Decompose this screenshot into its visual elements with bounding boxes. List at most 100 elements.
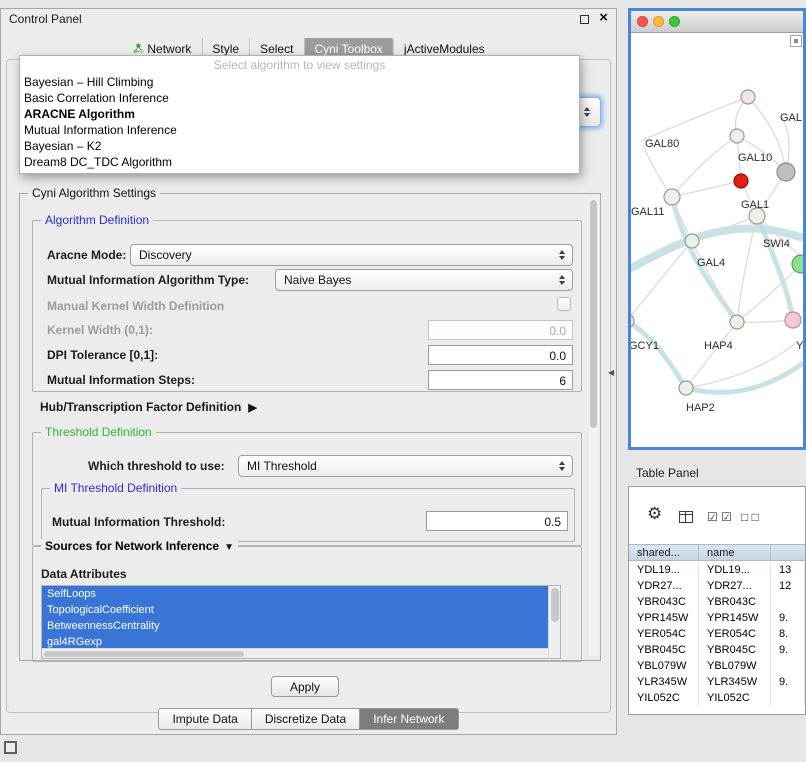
column-header[interactable]: [771, 545, 805, 560]
table-row[interactable]: YBR043CYBR043C: [629, 594, 805, 610]
dropdown-item[interactable]: Bayesian – Hill Climbing: [20, 74, 579, 90]
table-row[interactable]: YDL19...YDL19...13: [629, 562, 805, 578]
sources-section-toggle[interactable]: Sources for Network Inference▼: [41, 539, 238, 553]
which-threshold-label: Which threshold to use:: [88, 459, 225, 473]
node-label: GCY1: [631, 340, 659, 352]
attribute-item[interactable]: BetweennessCentrality: [42, 618, 548, 634]
dropdown-item[interactable]: Basic Correlation Inference: [20, 90, 579, 106]
tab-infer-network[interactable]: Infer Network: [360, 708, 458, 730]
table-row[interactable]: YBL079WYBL079W: [629, 658, 805, 674]
table-cell: 9.: [771, 610, 805, 626]
table-row[interactable]: YIL052CYIL052C: [629, 690, 805, 706]
select-all-columns-icon[interactable]: ☑ ☑: [707, 510, 732, 524]
float-window-icon[interactable]: [580, 15, 589, 24]
tab-discretize-data[interactable]: Discretize Data: [252, 708, 360, 730]
apply-button[interactable]: Apply: [271, 676, 339, 697]
network-node[interactable]: [679, 381, 693, 395]
network-node[interactable]: [777, 163, 795, 181]
cyni-mode-tab-bar: Impute DataDiscretize DataInfer Network: [1, 708, 616, 730]
node-label: GAL4: [697, 257, 725, 269]
table-row[interactable]: YLR345WYLR345W9.: [629, 674, 805, 690]
table-cell: YBL079W: [699, 658, 771, 674]
network-node[interactable]: [685, 234, 699, 248]
table-cell: 13: [771, 562, 805, 578]
dpi-tolerance-field[interactable]: 0.0: [428, 345, 573, 365]
mi-algorithm-type-combobox[interactable]: Naive Bayes: [275, 269, 573, 291]
gear-icon[interactable]: ⚙: [647, 504, 662, 524]
network-edge[interactable]: [672, 181, 741, 197]
network-node[interactable]: [730, 315, 744, 329]
collapse-down-icon: ▼: [224, 542, 234, 553]
mi-steps-label: Mutual Information Steps:: [47, 373, 195, 387]
tab-impute-data[interactable]: Impute Data: [158, 708, 251, 730]
dropdown-item[interactable]: Mutual Information Inference: [20, 122, 579, 138]
mi-threshold-definition-group: MI Threshold Definition Mutual Informati…: [41, 488, 575, 542]
network-edge-highlighted[interactable]: [631, 321, 686, 388]
mi-threshold-field[interactable]: 0.5: [426, 511, 568, 531]
dropdown-item[interactable]: Bayesian – K2: [20, 138, 579, 154]
table-cell: 9.: [771, 674, 805, 690]
table-cell: YER054C: [629, 626, 699, 642]
show-columns-icon[interactable]: [679, 511, 693, 523]
hub-tf-section-toggle[interactable]: Hub/Transcription Factor Definition ▶: [40, 400, 257, 414]
mi-algorithm-type-label: Mutual Information Algorithm Type:: [47, 273, 249, 287]
attribute-item[interactable]: SelfLoops: [42, 586, 548, 602]
table-cell: YLR345W: [699, 674, 771, 690]
minimize-traffic-light[interactable]: [653, 16, 664, 27]
list-vertical-scrollbar[interactable]: [548, 586, 560, 658]
network-node[interactable]: [734, 174, 748, 188]
scrollbar-thumb[interactable]: [590, 200, 597, 428]
network-node[interactable]: [792, 255, 803, 273]
which-threshold-combobox[interactable]: MI Threshold: [238, 455, 573, 477]
network-edge[interactable]: [672, 136, 737, 197]
aracne-mode-combobox[interactable]: Discovery: [130, 244, 573, 266]
network-graph[interactable]: GAL80GALGAL10GAL11GAL1SWI4GAL4GCY1HAP4YH…: [631, 33, 803, 447]
cyni-algorithm-settings-group: Cyni Algorithm Settings Algorithm Defini…: [19, 193, 601, 661]
table-row[interactable]: YPR145WYPR145W9.: [629, 610, 805, 626]
table-cell: YBR045C: [699, 642, 771, 658]
birdseye-toggle-icon[interactable]: [790, 35, 802, 47]
hub-tf-section-label: Hub/Transcription Factor Definition: [40, 400, 241, 414]
network-edge-highlighted[interactable]: [686, 363, 803, 392]
table-row[interactable]: YBR045CYBR045C9.: [629, 642, 805, 658]
combobox-stepper-icon: [555, 270, 569, 290]
minimized-panel-icon[interactable]: [4, 741, 17, 754]
application-root: Control Panel × NetworkStyleSelectCyni T…: [0, 0, 806, 762]
column-header[interactable]: name: [699, 545, 771, 560]
zoom-traffic-light[interactable]: [669, 16, 680, 27]
tab-label: jActiveModules: [404, 42, 485, 56]
network-canvas[interactable]: GAL80GALGAL10GAL11GAL1SWI4GAL4GCY1HAP4YH…: [631, 33, 803, 447]
scrollbar-thumb[interactable]: [551, 588, 559, 622]
network-node[interactable]: [741, 90, 755, 104]
manual-kernel-width-checkbox: [557, 297, 571, 311]
network-node[interactable]: [664, 189, 680, 205]
node-label: GAL: [780, 112, 802, 124]
column-header[interactable]: shared...: [629, 545, 699, 560]
list-horizontal-scrollbar[interactable]: [42, 648, 548, 658]
network-node[interactable]: [785, 312, 801, 328]
close-traffic-light[interactable]: [637, 16, 648, 27]
dropdown-item[interactable]: ARACNE Algorithm: [20, 106, 579, 122]
close-window-icon[interactable]: ×: [599, 9, 608, 26]
unselect-all-columns-icon[interactable]: □ □: [741, 510, 759, 524]
table-row[interactable]: YDR27...YDR27...12: [629, 578, 805, 594]
node-label: GAL10: [738, 152, 772, 164]
manual-kernel-width-label: Manual Kernel Width Definition: [47, 299, 224, 313]
mi-steps-field[interactable]: 6: [428, 370, 573, 390]
mi-threshold-definition-title: MI Threshold Definition: [50, 481, 181, 495]
settings-scrollbar[interactable]: [589, 198, 598, 656]
scrollbar-thumb[interactable]: [44, 651, 244, 657]
aracne-mode-value: Discovery: [139, 248, 192, 262]
algorithm-definition-group: Algorithm Definition Aracne Mode: Discov…: [32, 220, 582, 392]
mi-threshold-label: Mutual Information Threshold:: [52, 515, 225, 529]
attribute-list[interactable]: SelfLoopsTopologicalCoefficientBetweenne…: [41, 585, 561, 659]
network-window-titlebar[interactable]: [631, 11, 803, 33]
network-edge[interactable]: [643, 145, 672, 197]
control-panel-title: Control Panel: [9, 12, 82, 26]
dropdown-item[interactable]: Dream8 DC_TDC Algorithm: [20, 154, 579, 170]
table-panel-title: Table Panel: [636, 466, 699, 480]
table-row[interactable]: YER054CYER054C8.: [629, 626, 805, 642]
network-node[interactable]: [730, 129, 744, 143]
attribute-item[interactable]: TopologicalCoefficient: [42, 602, 548, 618]
panel-splitter-handle[interactable]: ◀: [608, 368, 614, 377]
